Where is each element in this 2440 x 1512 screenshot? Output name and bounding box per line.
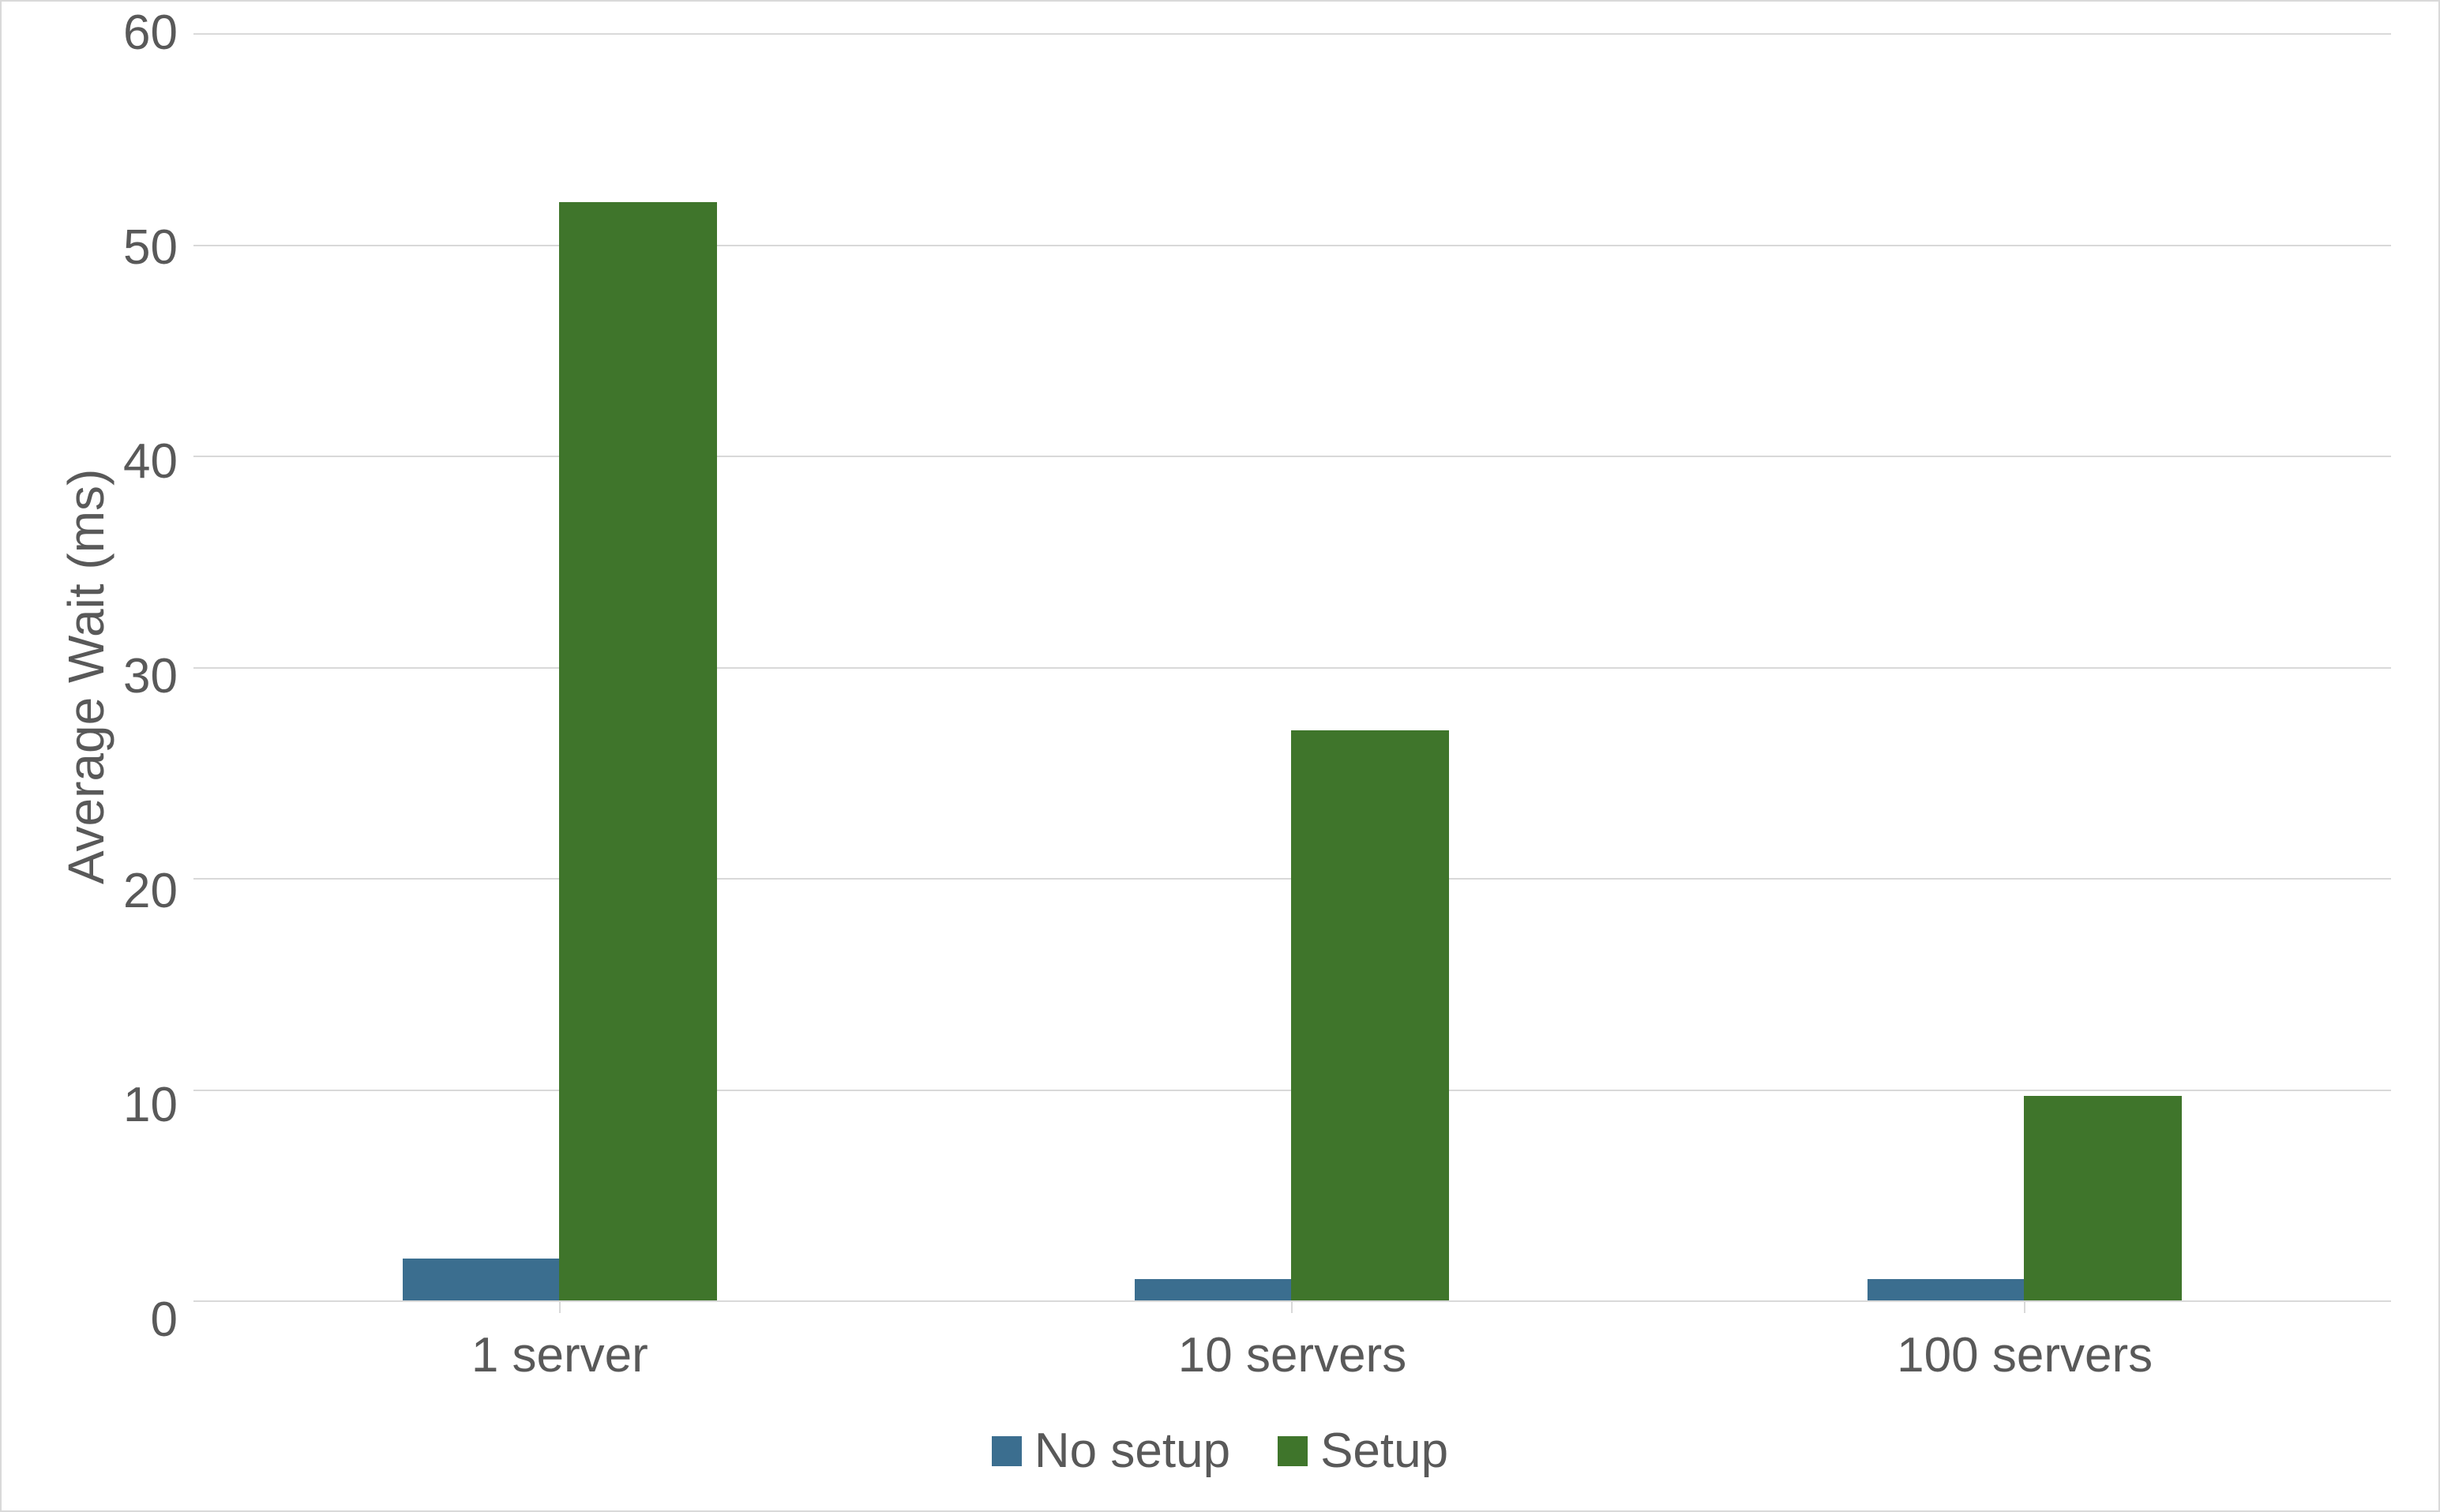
chart-inner: Average Wait (ms) 60 50 40 30 20 10 0 — [49, 33, 2391, 1479]
x-label: 10 servers — [926, 1327, 1659, 1383]
legend: No setup Setup — [49, 1423, 2391, 1479]
plot-area: 1 server 10 servers 100 servers — [193, 33, 2391, 1383]
legend-label: Setup — [1320, 1423, 1448, 1479]
legend-item-setup: Setup — [1278, 1423, 1448, 1479]
bar-group — [926, 33, 1659, 1300]
y-axis-label: Average Wait (ms) — [49, 33, 123, 1320]
x-label: 1 server — [193, 1327, 926, 1383]
legend-swatch-icon — [992, 1436, 1022, 1466]
bars-layer — [193, 33, 2391, 1300]
x-label: 100 servers — [1658, 1327, 2391, 1383]
legend-label: No setup — [1034, 1423, 1230, 1479]
chart-container: Average Wait (ms) 60 50 40 30 20 10 0 — [0, 0, 2440, 1512]
chart-main: Average Wait (ms) 60 50 40 30 20 10 0 — [49, 33, 2391, 1383]
bar-no-setup — [1135, 1279, 1293, 1300]
bar-setup — [559, 202, 717, 1300]
legend-item-no-setup: No setup — [992, 1423, 1230, 1479]
y-axis-ticks: 60 50 40 30 20 10 0 — [123, 33, 193, 1320]
bar-no-setup — [1868, 1279, 2025, 1300]
bar-no-setup — [403, 1259, 561, 1301]
bar-setup — [1291, 730, 1449, 1300]
grid-and-bars — [193, 33, 2391, 1302]
bar-setup — [2024, 1096, 2182, 1300]
x-labels-row: 1 server 10 servers 100 servers — [193, 1327, 2391, 1383]
bar-group — [193, 33, 926, 1300]
bar-group — [1658, 33, 2391, 1300]
legend-swatch-icon — [1278, 1436, 1308, 1466]
